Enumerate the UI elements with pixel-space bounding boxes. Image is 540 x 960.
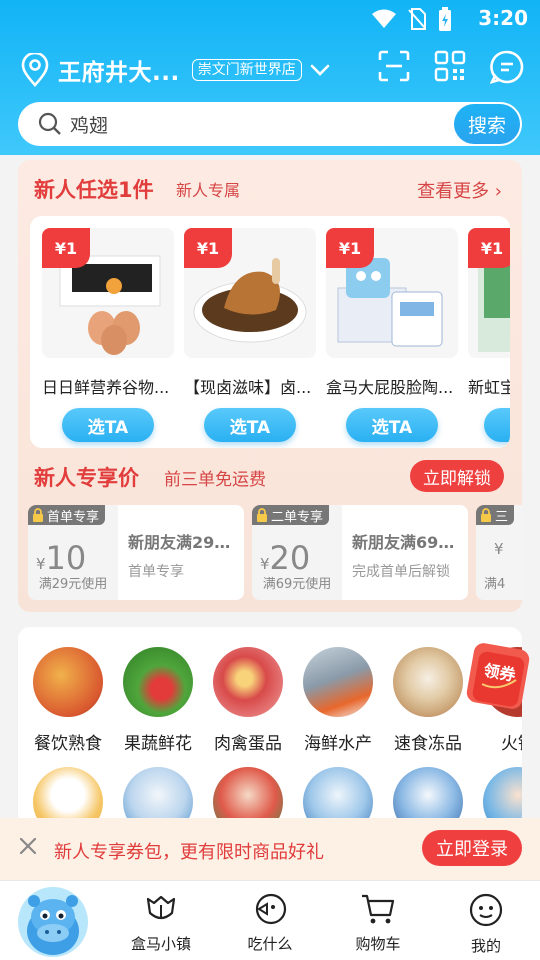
select-button[interactable]: 选TA xyxy=(346,408,438,442)
qr-code-icon[interactable] xyxy=(434,50,466,82)
product-name: 【现卤滋味】卤... xyxy=(184,378,312,397)
coupon-desc: 首单专享 xyxy=(128,564,184,580)
search-icon xyxy=(38,112,61,135)
coupon-card[interactable]: 三 ¥ 满4 xyxy=(476,505,522,600)
coupon-card[interactable]: 首单专享 ¥10 满29元使用 新朋友满29减... 首单专享 xyxy=(28,505,244,600)
category-item[interactable]: 果蔬鲜花 xyxy=(116,647,200,754)
coupon-title: 新朋友满69减... xyxy=(352,533,466,552)
coupon-condition: 满29元使用 xyxy=(38,577,108,592)
message-icon[interactable] xyxy=(490,50,524,84)
coupon-badge: 二单专享 xyxy=(252,505,330,525)
category-image xyxy=(213,647,283,717)
tulip-icon xyxy=(146,895,176,920)
coupon-card[interactable]: 二单专享 ¥20 满69元使用 新朋友满69减... 完成首单后解锁 xyxy=(252,505,468,600)
search-input[interactable]: 鸡翅 搜索 xyxy=(18,102,522,146)
hippo-mascot-icon xyxy=(27,895,79,955)
category-item[interactable]: 餐饮熟食 xyxy=(26,647,110,754)
category-item[interactable]: 海鲜水产 xyxy=(296,647,380,754)
no-sim-icon xyxy=(408,8,426,30)
tab-cart[interactable]: 购物车 xyxy=(338,893,418,954)
coupon-title: 新朋友满29减... xyxy=(128,533,242,552)
lock-icon xyxy=(33,508,43,522)
newcomer-pick-subtitle: 新人专属 xyxy=(176,181,241,200)
login-button[interactable]: 立即登录 xyxy=(422,830,522,866)
select-button[interactable] xyxy=(484,408,510,442)
coupon-condition: 满69元使用 xyxy=(262,577,332,592)
price-tag: ¥1 xyxy=(42,228,90,268)
select-button[interactable]: 选TA xyxy=(62,408,154,442)
product-image-mugs: ¥1 xyxy=(326,228,458,358)
cart-icon xyxy=(362,894,395,924)
status-bar: 3:20 xyxy=(0,0,540,36)
fish-chat-icon xyxy=(255,893,287,925)
category-image xyxy=(303,647,373,717)
coupon-desc: 完成首单后解锁 xyxy=(352,564,450,580)
product-image-partial: ¥1 xyxy=(468,228,510,358)
status-time: 3:20 xyxy=(478,6,528,30)
smiley-icon xyxy=(469,893,503,927)
coupon-amount: 10 xyxy=(45,539,87,577)
category-item[interactable]: 肉禽蛋品 xyxy=(206,647,290,754)
location-title[interactable]: 王府井大... xyxy=(58,53,180,87)
product-name: 日日鲜营养谷物... xyxy=(42,378,170,397)
login-banner: 新人专享券包，更有限时商品好礼 立即登录 xyxy=(0,818,540,880)
battery-icon xyxy=(439,7,451,31)
price-tag: ¥1 xyxy=(468,228,510,268)
close-icon[interactable] xyxy=(18,836,38,856)
tab-hema-town[interactable]: 盒马小镇 xyxy=(121,893,201,954)
pick-item[interactable]: ¥1 盒马大屁股脸陶... 选TA xyxy=(326,228,458,442)
tab-home-mascot[interactable] xyxy=(18,887,88,957)
pick-item[interactable]: ¥1 【现卤滋味】卤... 选TA xyxy=(184,228,316,442)
location-pin-icon[interactable] xyxy=(20,53,50,87)
select-button[interactable]: 选TA xyxy=(204,408,296,442)
category-image xyxy=(33,647,103,717)
lock-icon xyxy=(257,508,267,522)
view-more-link[interactable]: 查看更多 › xyxy=(417,177,502,203)
price-tag: ¥1 xyxy=(326,228,374,268)
product-name: 盒马大屁股脸陶... xyxy=(326,378,454,397)
coupon-amount: 20 xyxy=(269,539,311,577)
pick-item[interactable]: ¥1 日日鲜营养谷物... 选TA xyxy=(42,228,174,442)
coupon-badge: 三 xyxy=(476,505,515,525)
coupon-condition: 满4 xyxy=(484,577,506,592)
newcomer-card: 新人任选1件 新人专属 查看更多 › ¥1 日日鲜营养谷物... 选TA ¥1 … xyxy=(18,160,522,612)
category-grid: 餐饮熟食 果蔬鲜花 肉禽蛋品 海鲜水产 速食冻品 火锅 xyxy=(18,627,522,827)
chevron-down-icon[interactable] xyxy=(310,63,330,77)
tab-bar: 盒马小镇 吃什么 购物车 我的 xyxy=(0,880,540,960)
newcomer-pick-title: 新人任选1件 xyxy=(34,178,154,202)
wifi-icon xyxy=(372,9,396,28)
pick-item[interactable]: ¥1 新虹宝 xyxy=(468,228,510,442)
product-name: 新虹宝 xyxy=(468,378,510,397)
store-badge[interactable]: 崇文门新世界店 xyxy=(191,59,302,81)
product-image-eggs: ¥1 xyxy=(42,228,174,358)
unlock-button[interactable]: 立即解锁 xyxy=(410,460,504,492)
search-button[interactable]: 搜索 xyxy=(454,104,520,144)
scan-icon[interactable] xyxy=(378,50,410,82)
category-image xyxy=(123,647,193,717)
category-image xyxy=(393,647,463,717)
price-tag: ¥1 xyxy=(184,228,232,268)
tab-what-to-eat[interactable]: 吃什么 xyxy=(230,893,310,954)
tab-mine[interactable]: 我的 xyxy=(446,893,526,956)
category-item[interactable]: 速食冻品 xyxy=(386,647,470,754)
search-placeholder: 鸡翅 xyxy=(70,114,109,137)
header: 3:20 王府井大... 崇文门新世界店 鸡翅 搜索 xyxy=(0,0,540,155)
coupon-badge: 首单专享 xyxy=(28,505,106,525)
lock-icon xyxy=(481,508,491,522)
login-banner-text: 新人专享券包，更有限时商品好礼 xyxy=(54,842,324,863)
get-coupon-float[interactable]: 领券 xyxy=(462,640,534,712)
newcomer-price-subtitle: 前三单免运费 xyxy=(164,470,266,490)
newcomer-price-title: 新人专享价 xyxy=(34,466,139,490)
pick-carousel[interactable]: ¥1 日日鲜营养谷物... 选TA ¥1 【现卤滋味】卤... 选TA ¥1 盒… xyxy=(30,216,510,448)
product-image-duck: ¥1 xyxy=(184,228,316,358)
